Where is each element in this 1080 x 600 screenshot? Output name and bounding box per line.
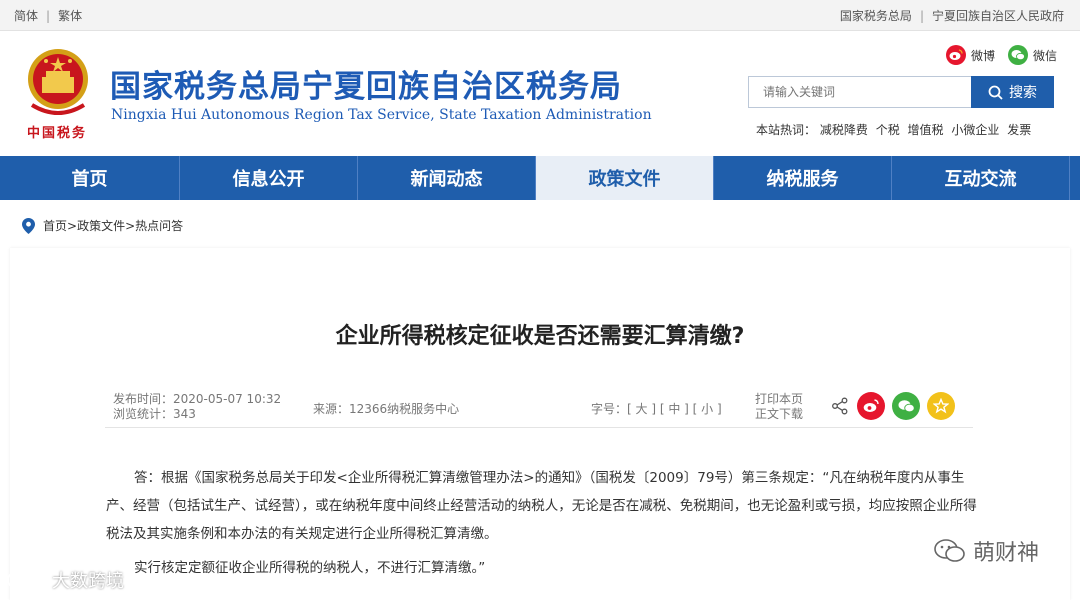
- hot-word[interactable]: 增值税: [908, 123, 944, 137]
- font-size-switch: 字号：[ 大 ] [ 中 ] [ 小 ]: [591, 400, 722, 417]
- share-icon[interactable]: [831, 397, 849, 415]
- article-source: 来源：12366纳税服务中心: [313, 402, 460, 416]
- hot-word[interactable]: 发票: [1007, 123, 1031, 137]
- separator: |: [919, 9, 924, 23]
- breadcrumb: 首页 > 政策文件 > 热点问答: [22, 217, 183, 234]
- print-link[interactable]: 打印本页: [755, 392, 803, 407]
- breadcrumb-separator: >: [67, 218, 78, 233]
- external-links: 国家税务总局 | 宁夏回族自治区人民政府: [840, 7, 1064, 24]
- wechat-outline-icon: [934, 539, 965, 562]
- nav-item-tax-service[interactable]: 纳税服务: [714, 156, 892, 200]
- search-input[interactable]: [748, 76, 975, 108]
- breadcrumb-separator: >: [125, 218, 136, 233]
- traditional-link[interactable]: 繁体: [58, 9, 82, 23]
- search-button[interactable]: 搜索: [971, 76, 1054, 108]
- font-large-button[interactable]: [ 大 ]: [627, 402, 656, 416]
- wechat-label: 微信: [1033, 48, 1058, 63]
- print-download: 打印本页 正文下载: [755, 392, 803, 422]
- share-weibo-button[interactable]: [857, 392, 885, 420]
- watermark-right: 萌财神: [933, 535, 1039, 567]
- weibo-link[interactable]: 微博: [946, 45, 995, 65]
- hot-words-label: 本站热词：: [756, 123, 817, 137]
- site-subtitle: Ningxia Hui Autonomous Region Tax Servic…: [111, 107, 652, 123]
- nav-item-policy[interactable]: 政策文件: [536, 156, 714, 200]
- gov-link[interactable]: 宁夏回族自治区人民政府: [932, 9, 1064, 23]
- watermark-left: 大数跨境: [6, 567, 124, 593]
- breadcrumb-home[interactable]: 首页: [43, 217, 67, 234]
- breadcrumb-hot-qa[interactable]: 热点问答: [135, 217, 183, 234]
- share-wechat-button[interactable]: [892, 392, 920, 420]
- wechat-icon: [1008, 45, 1028, 65]
- favorite-button[interactable]: [927, 392, 955, 420]
- site-title[interactable]: 国家税务总局宁夏回族自治区税务局: [110, 61, 622, 106]
- meta-divider: [105, 427, 973, 428]
- hot-word[interactable]: 减税降费: [820, 123, 868, 137]
- wechat-link[interactable]: 微信: [1008, 45, 1057, 65]
- font-small-button[interactable]: [ 小 ]: [693, 402, 722, 416]
- watermark-left-text: 大数跨境: [52, 571, 124, 592]
- article-title: 企业所得税核定征收是否还需要汇算清缴?: [335, 324, 745, 349]
- wechat-icon: [898, 400, 915, 413]
- weibo-icon: [946, 45, 966, 65]
- nav-item-interaction[interactable]: 互动交流: [892, 156, 1070, 200]
- weibo-label: 微博: [971, 48, 996, 63]
- paragraph-text: 答：根据《国家税务总局关于印发<企业所得税汇算清缴管理办法>的通知》（国税发〔2…: [106, 470, 977, 542]
- watermark-logo-icon: [7, 571, 45, 589]
- top-utility-bar: 简体 | 繁体 国家税务总局 | 宁夏回族自治区人民政府: [0, 0, 1080, 31]
- site-header: 中国税务 国家税务总局宁夏回族自治区税务局 Ningxia Hui Autono…: [0, 31, 1080, 156]
- weibo-icon: [863, 399, 879, 412]
- nav-item-info-disclosure[interactable]: 信息公开: [180, 156, 358, 200]
- hot-words: 本站热词： 减税降费 个税 增值税 小微企业 发票: [756, 121, 1035, 138]
- breadcrumb-policy[interactable]: 政策文件: [77, 217, 125, 234]
- view-count: 浏览统计：343: [113, 407, 196, 421]
- simplified-link[interactable]: 简体: [14, 9, 38, 23]
- search-button-label: 搜索: [1009, 85, 1037, 101]
- download-link[interactable]: 正文下载: [755, 407, 803, 422]
- location-pin-icon: [22, 217, 35, 234]
- language-switch: 简体 | 繁体: [14, 7, 82, 24]
- sat-link[interactable]: 国家税务总局: [840, 9, 912, 23]
- search-box: 搜索: [748, 76, 1054, 108]
- font-medium-button[interactable]: [ 中 ]: [660, 402, 689, 416]
- tax-emblem-logo[interactable]: [22, 45, 94, 125]
- hot-word[interactable]: 小微企业: [951, 123, 999, 137]
- article-meta-time-views: 发布时间：2020-05-07 10:32 浏览统计：343: [113, 392, 281, 422]
- star-icon: [933, 398, 949, 414]
- font-size-label: 字号：: [591, 402, 628, 416]
- emblem-caption: 中国税务: [27, 126, 88, 141]
- publish-time: 发布时间：2020-05-07 10:32: [113, 392, 282, 406]
- separator: |: [46, 9, 51, 23]
- article-paragraph: 答：根据《国家税务总局关于印发<企业所得税汇算清缴管理办法>的通知》（国税发〔2…: [106, 464, 986, 548]
- article-body: 答：根据《国家税务总局关于印发<企业所得税汇算清缴管理办法>的通知》（国税发〔2…: [106, 464, 986, 582]
- search-icon: [988, 85, 1003, 100]
- watermark-right-text: 萌财神: [973, 541, 1040, 566]
- article-paragraph: 实行核定定额征收企业所得税的纳税人，不进行汇算清缴。”: [134, 560, 486, 576]
- nav-item-news[interactable]: 新闻动态: [358, 156, 536, 200]
- hot-word[interactable]: 个税: [876, 123, 900, 137]
- nav-item-home[interactable]: 首页: [0, 156, 180, 200]
- main-nav: 首页 信息公开 新闻动态 政策文件 纳税服务 互动交流: [0, 156, 1080, 200]
